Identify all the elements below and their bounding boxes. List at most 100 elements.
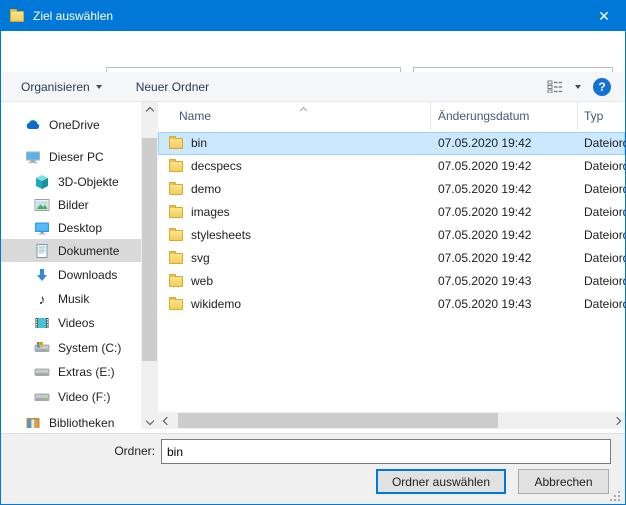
close-icon: ✕	[598, 8, 610, 25]
titlebar[interactable]: Ziel auswählen ✕	[1, 1, 625, 31]
sidebar-item-dieser-pc[interactable]: Dieser PC	[1, 145, 141, 168]
file-date: 07.05.2020 19:42	[438, 182, 531, 196]
sidebar-item-label: Dieser PC	[49, 150, 104, 164]
help-button[interactable]: ?	[593, 78, 611, 96]
desktop-icon	[34, 220, 50, 236]
folder-icon	[169, 161, 183, 172]
file-name: svg	[191, 251, 210, 265]
file-row-stylesheets[interactable]: stylesheets 07.05.2020 19:42 Dateiordner	[158, 224, 625, 247]
file-date: 07.05.2020 19:42	[438, 205, 531, 219]
column-header-type[interactable]: Typ	[578, 102, 625, 130]
file-row-decspecs[interactable]: decspecs 07.05.2020 19:42 Dateiordner	[158, 155, 625, 178]
file-date: 07.05.2020 19:42	[438, 251, 531, 265]
file-name: wikidemo	[191, 297, 241, 311]
sidebar-item-label: Dokumente	[58, 244, 119, 258]
navigation-bar: ← → ↑ « Dokumente › Rocrail › ↻	[1, 31, 625, 72]
sidebar-item-system-c[interactable]: System (C:)	[1, 336, 141, 359]
sidebar-item-onedrive[interactable]: OneDrive	[1, 113, 141, 136]
sidebar-item-video-f[interactable]: Video (F:)	[1, 385, 141, 408]
computer-icon	[25, 149, 41, 165]
main-area: OneDrive Dieser PC 3D-Objekte Bilder Des…	[1, 102, 625, 433]
help-icon: ?	[598, 80, 605, 94]
file-name: bin	[191, 136, 207, 150]
list-horizontal-scrollbar[interactable]	[158, 412, 625, 429]
file-date: 07.05.2020 19:43	[438, 274, 531, 288]
file-row-demo[interactable]: demo 07.05.2020 19:42 Dateiordner	[158, 178, 625, 201]
folder-icon	[169, 184, 183, 195]
folder-icon	[169, 276, 183, 287]
sidebar-item-label: Video (F:)	[58, 390, 110, 404]
file-name: decspecs	[191, 159, 242, 173]
file-row-web[interactable]: web 07.05.2020 19:43 Dateiordner	[158, 270, 625, 293]
cancel-button[interactable]: Abbrechen	[518, 469, 609, 494]
sidebar-item-3d-objekte[interactable]: 3D-Objekte	[1, 170, 141, 193]
file-type: Dateiordner	[584, 182, 625, 196]
sidebar-item-dokumente[interactable]: Dokumente	[1, 239, 141, 262]
file-type: Dateiordner	[584, 251, 625, 265]
music-note-icon: ♪	[34, 291, 50, 307]
sidebar-item-label: Videos	[58, 316, 94, 330]
sidebar-item-label: OneDrive	[49, 118, 100, 132]
file-row-svg[interactable]: svg 07.05.2020 19:42 Dateiordner	[158, 247, 625, 270]
file-date: 07.05.2020 19:43	[438, 297, 531, 311]
organize-label: Organisieren	[21, 80, 90, 94]
scrollbar-thumb[interactable]	[178, 413, 498, 428]
sidebar-item-label: System (C:)	[58, 341, 121, 355]
file-row-wikidemo[interactable]: wikidemo 07.05.2020 19:43 Dateiordner	[158, 293, 625, 316]
download-arrow-icon	[34, 267, 50, 283]
view-dropdown-icon[interactable]	[575, 85, 581, 89]
sidebar-item-extras-e[interactable]: Extras (E:)	[1, 360, 141, 383]
scroll-right-button[interactable]	[608, 412, 625, 429]
sidebar-item-label: Bibliotheken	[49, 416, 114, 430]
file-row-bin[interactable]: bin 07.05.2020 19:42 Dateiordner	[158, 132, 625, 155]
file-row-images[interactable]: images 07.05.2020 19:42 Dateiordner	[158, 201, 625, 224]
sidebar-item-bilder[interactable]: Bilder	[1, 193, 141, 216]
file-type: Dateiordner	[584, 297, 625, 311]
sidebar-scrollbar[interactable]	[141, 102, 158, 429]
sidebar-item-desktop[interactable]: Desktop	[1, 216, 141, 239]
file-dialog-window: Ziel auswählen ✕ ← → ↑ « Dokumente › Roc…	[0, 0, 626, 505]
sidebar-item-downloads[interactable]: Downloads	[1, 263, 141, 286]
column-header-name[interactable]: Name	[158, 102, 431, 130]
new-folder-label: Neuer Ordner	[136, 80, 209, 94]
list-header: Name Änderungsdatum Typ	[158, 102, 625, 130]
sidebar-item-label: Bilder	[58, 198, 89, 212]
folder-icon	[169, 207, 183, 218]
footer-panel: Ordner: Ordner auswählen Abbrechen	[1, 433, 625, 505]
drive-icon	[34, 389, 50, 405]
file-type: Dateiordner	[584, 228, 625, 242]
sidebar-item-label: Musik	[58, 292, 89, 306]
scroll-left-button[interactable]	[158, 412, 175, 429]
resize-grip[interactable]	[610, 491, 620, 501]
file-date: 07.05.2020 19:42	[438, 136, 531, 150]
sidebar-item-bibliotheken[interactable]: Bibliotheken	[1, 411, 141, 433]
pictures-icon	[34, 197, 50, 213]
organize-button[interactable]: Organisieren	[21, 80, 102, 94]
system-drive-icon	[34, 340, 50, 356]
3d-cube-icon	[34, 174, 50, 190]
sidebar-item-musik[interactable]: ♪ Musik	[1, 287, 141, 310]
scroll-up-button[interactable]	[141, 102, 158, 119]
folder-name-input[interactable]	[161, 439, 611, 464]
folder-icon	[169, 299, 183, 310]
libraries-icon	[25, 415, 41, 431]
file-date: 07.05.2020 19:42	[438, 159, 531, 173]
sidebar-item-videos[interactable]: Videos	[1, 311, 141, 334]
scrollbar-thumb[interactable]	[142, 138, 157, 361]
close-button[interactable]: ✕	[583, 1, 625, 31]
window-title: Ziel auswählen	[33, 9, 113, 23]
file-name: images	[191, 205, 230, 219]
scroll-down-button[interactable]	[141, 412, 158, 429]
file-type: Dateiordner	[584, 159, 625, 173]
sidebar-item-label: Extras (E:)	[58, 365, 115, 379]
select-folder-button[interactable]: Ordner auswählen	[376, 469, 506, 494]
new-folder-button[interactable]: Neuer Ordner	[136, 80, 209, 94]
window-folder-icon	[10, 11, 24, 22]
column-header-date[interactable]: Änderungsdatum	[431, 102, 578, 130]
file-type: Dateiordner	[584, 274, 625, 288]
documents-icon	[34, 243, 50, 259]
folder-field-label: Ordner:	[1, 444, 155, 458]
sidebar-item-label: 3D-Objekte	[58, 175, 119, 189]
details-view-icon[interactable]	[547, 80, 563, 93]
sidebar-item-label: Downloads	[58, 268, 117, 282]
